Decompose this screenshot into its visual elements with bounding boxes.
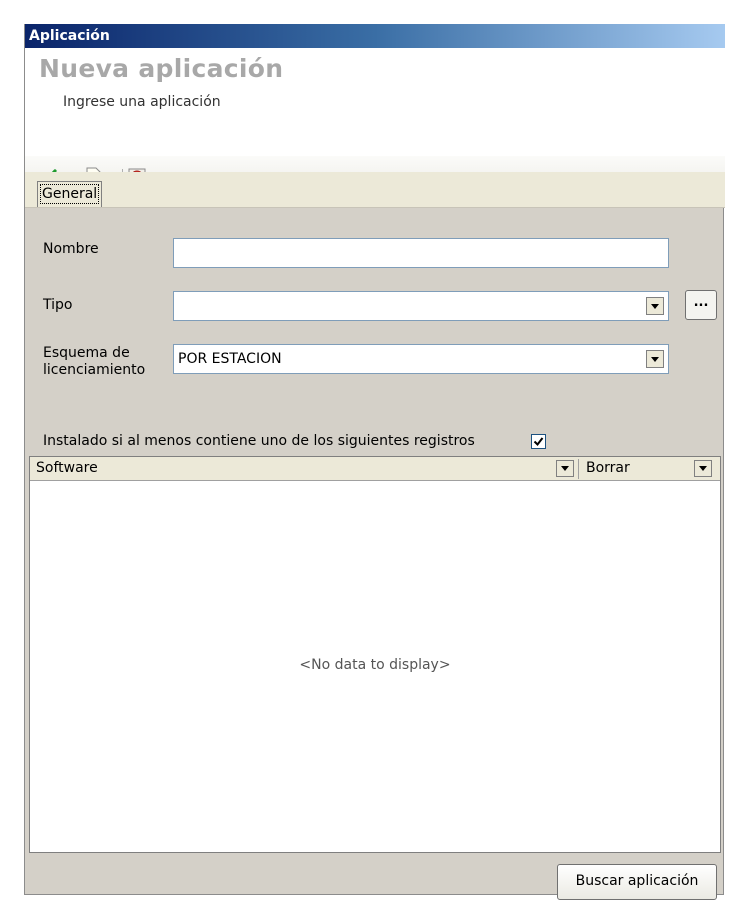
chevron-down-icon xyxy=(699,466,707,471)
tab-strip: General xyxy=(25,172,725,208)
esquema-label-line1: Esquema de xyxy=(43,345,130,361)
esquema-value: POR ESTACION xyxy=(178,351,282,367)
esquema-select[interactable]: POR ESTACION xyxy=(173,344,669,374)
instalado-checkbox[interactable] xyxy=(531,434,546,449)
chevron-down-icon xyxy=(561,466,569,471)
grid-empty-message: <No data to display> xyxy=(299,657,451,673)
column-header-borrar[interactable]: Borrar xyxy=(586,460,630,476)
application-window: Aplicación Nueva aplicación Ingrese una … xyxy=(24,24,725,900)
header-subtitle: Ingrese una aplicación xyxy=(63,94,221,110)
dialog-header: Nueva aplicación Ingrese una aplicación xyxy=(25,48,725,196)
tab-general[interactable]: General xyxy=(37,181,103,207)
chevron-down-icon xyxy=(651,356,659,362)
tipo-dropdown-button[interactable] xyxy=(646,297,664,315)
window-titlebar: Aplicación xyxy=(25,24,725,48)
instalado-label: Instalado si al menos contiene uno de lo… xyxy=(43,433,475,449)
tipo-label: Tipo xyxy=(43,297,73,313)
grid-header: Software Borrar xyxy=(30,457,720,481)
nombre-label: Nombre xyxy=(43,241,99,257)
header-title: Nueva aplicación xyxy=(39,54,284,83)
software-column-filter-button[interactable] xyxy=(556,460,574,477)
nombre-input[interactable] xyxy=(173,238,669,268)
esquema-label-line2: licenciamiento xyxy=(43,362,146,378)
tipo-select[interactable] xyxy=(173,291,669,321)
chevron-down-icon xyxy=(651,303,659,309)
column-header-software[interactable]: Software xyxy=(36,460,98,476)
column-separator[interactable] xyxy=(578,459,579,479)
buscar-aplicacion-button[interactable]: Buscar aplicación xyxy=(557,864,717,900)
software-grid: Software Borrar <No data to display> xyxy=(29,456,721,853)
borrar-column-filter-button[interactable] xyxy=(694,460,712,477)
form-panel: Nombre Tipo ... Esquema de licenciamient… xyxy=(25,208,725,900)
esquema-dropdown-button[interactable] xyxy=(646,350,664,368)
tipo-browse-button[interactable]: ... xyxy=(685,290,717,320)
checkmark-icon xyxy=(533,437,544,447)
